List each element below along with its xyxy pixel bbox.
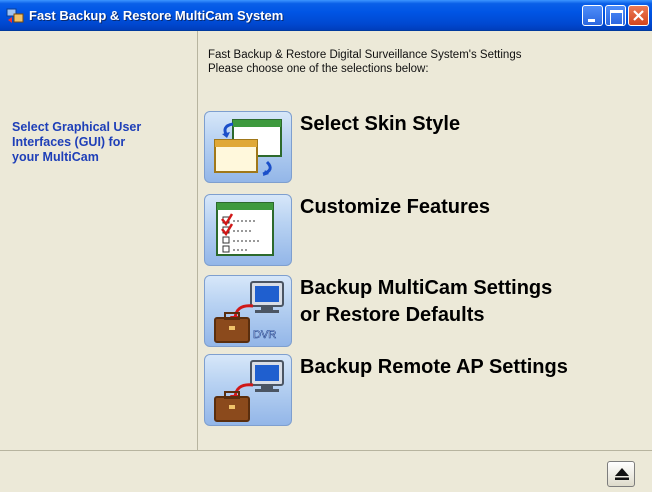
checklist-icon[interactable]: [204, 194, 292, 266]
select-skin-style-option[interactable]: Select Skin Style: [204, 111, 644, 185]
dvr-badge: DVR: [253, 329, 276, 341]
intro-line-1: Fast Backup & Restore Digital Surveillan…: [208, 49, 522, 61]
window-title: Fast Backup & Restore MultiCam System: [29, 8, 284, 23]
status-bar: [0, 450, 652, 492]
close-button[interactable]: [628, 5, 649, 26]
app-icon: [6, 8, 24, 23]
close-icon: [633, 10, 644, 21]
main-panel: Fast Backup & Restore Digital Surveillan…: [199, 31, 652, 450]
backup-remote-ap-settings-label[interactable]: Backup Remote AP Settings: [300, 354, 568, 381]
intro-line-2: Please choose one of the selections belo…: [208, 63, 429, 75]
remote-backup-icon[interactable]: [204, 354, 292, 426]
app-window: Fast Backup & Restore MultiCam System Se…: [0, 0, 652, 492]
title-bar[interactable]: Fast Backup & Restore MultiCam System: [0, 0, 652, 31]
dvr-backup-icon[interactable]: DVR: [204, 275, 292, 347]
sidebar: Select Graphical User Interfaces (GUI) f…: [0, 31, 198, 450]
eject-icon: [615, 468, 629, 480]
intro-text: Fast Backup & Restore Digital Surveillan…: [208, 48, 521, 76]
customize-features-option[interactable]: Customize Features: [204, 194, 644, 268]
customize-features-label[interactable]: Customize Features: [300, 194, 490, 221]
maximize-button[interactable]: [605, 5, 626, 26]
backup-multicam-settings-option[interactable]: DVR Backup MultiCam Settings or Restore …: [204, 275, 644, 349]
backup-multicam-settings-label[interactable]: Backup MultiCam Settings or Restore Defa…: [300, 275, 552, 329]
select-skin-style-label[interactable]: Select Skin Style: [300, 111, 460, 138]
skin-windows-icon[interactable]: [204, 111, 292, 183]
minimize-button[interactable]: [582, 5, 603, 26]
eject-button[interactable]: [607, 461, 635, 487]
sidebar-description: Select Graphical User Interfaces (GUI) f…: [12, 120, 142, 164]
backup-remote-ap-settings-option[interactable]: Backup Remote AP Settings: [204, 354, 644, 428]
